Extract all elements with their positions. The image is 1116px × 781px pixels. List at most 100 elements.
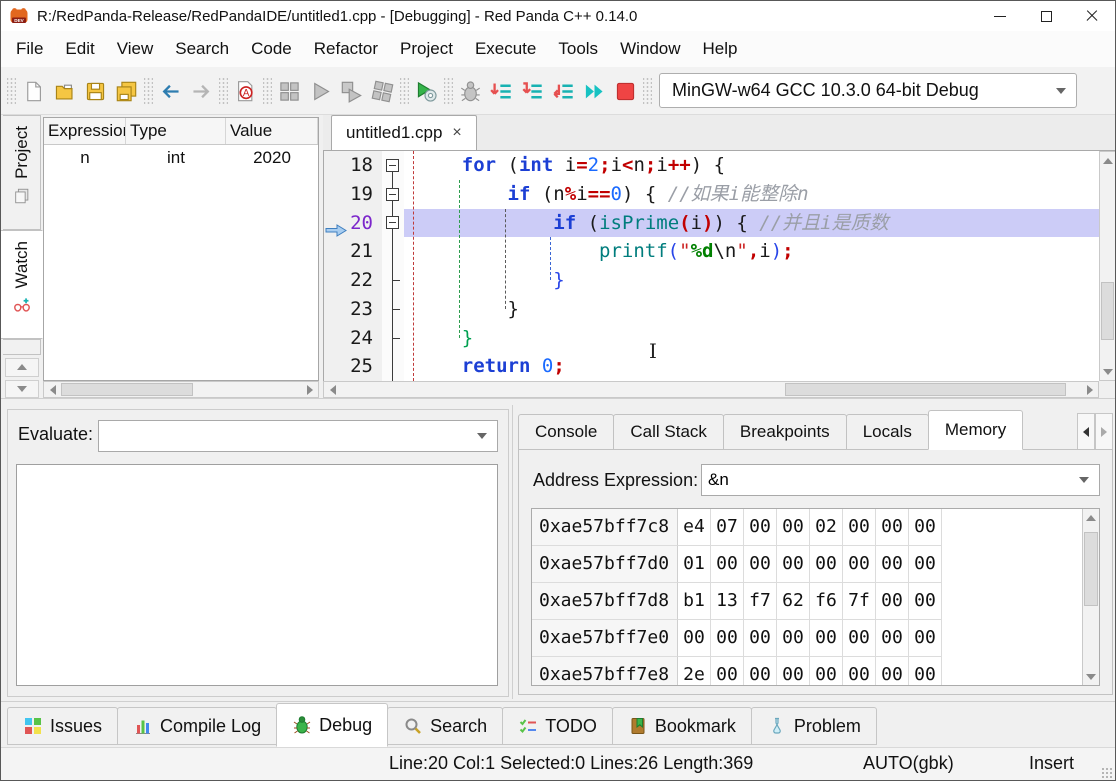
memory-byte-cell[interactable]: 00 <box>843 546 876 583</box>
line-number[interactable]: 21 <box>324 237 382 266</box>
tab-problem[interactable]: Problem <box>751 707 877 745</box>
editor-vertical-scrollbar[interactable] <box>1099 151 1116 381</box>
rebuild-button[interactable] <box>367 76 398 107</box>
tab-bookmark[interactable]: Bookmark <box>612 707 752 745</box>
new-file-button[interactable] <box>18 76 49 107</box>
tab-issues[interactable]: Issues <box>7 707 118 745</box>
menu-window[interactable]: Window <box>609 31 691 67</box>
stop-execution-button[interactable] <box>610 76 641 107</box>
fold-toggle-icon[interactable] <box>386 159 399 172</box>
memory-byte-cell[interactable]: 02 <box>810 509 843 546</box>
sidebar-tabs-scroll-down-button[interactable] <box>5 380 39 398</box>
memory-byte-cell[interactable]: 00 <box>711 657 744 685</box>
watch-column-header[interactable]: Type <box>126 118 226 144</box>
code-line-text[interactable]: if (isPrime(i)) { //并且i是质数 <box>404 209 1099 238</box>
memory-byte-cell[interactable]: 00 <box>711 546 744 583</box>
memory-byte-cell[interactable]: 00 <box>909 620 942 657</box>
save-all-button[interactable] <box>111 76 142 107</box>
memory-row[interactable]: 0xae57bff7e82e00000000000000 <box>532 657 1082 685</box>
tab-memory[interactable]: Memory <box>928 410 1023 450</box>
memory-byte-cell[interactable]: 2e <box>678 657 711 685</box>
step-out-button[interactable] <box>548 76 579 107</box>
memory-byte-cell[interactable]: 00 <box>678 620 711 657</box>
tab-breakpoints[interactable]: Breakpoints <box>723 414 847 450</box>
memory-byte-cell[interactable]: 00 <box>777 657 810 685</box>
title-bar[interactable]: DEV R:/RedPanda-Release/RedPandaIDE/unti… <box>1 1 1115 31</box>
memory-byte-cell[interactable]: 13 <box>711 583 744 620</box>
scroll-right-button[interactable] <box>1081 382 1098 397</box>
memory-byte-cell[interactable]: 00 <box>810 620 843 657</box>
code-line[interactable]: 20 if (isPrime(i)) { //并且i是质数 <box>324 209 1099 238</box>
tab-debug[interactable]: Debug <box>276 703 388 747</box>
menu-edit[interactable]: Edit <box>54 31 105 67</box>
memory-byte-cell[interactable]: 00 <box>876 657 909 685</box>
editor-horizontal-scrollbar[interactable] <box>323 381 1099 398</box>
line-number[interactable]: 19 <box>324 180 382 209</box>
memory-byte-cell[interactable]: f7 <box>744 583 777 620</box>
step-into-button[interactable] <box>517 76 548 107</box>
line-number[interactable]: 18 <box>324 151 382 180</box>
evaluate-result-box[interactable] <box>16 464 498 686</box>
memory-vertical-scrollbar[interactable] <box>1082 509 1099 685</box>
scroll-up-button[interactable] <box>1100 152 1115 169</box>
watch-cell[interactable]: n <box>44 145 126 172</box>
memory-address-cell[interactable]: 0xae57bff7d0 <box>532 546 678 583</box>
line-number[interactable]: 25 <box>324 352 382 381</box>
memory-byte-cell[interactable]: 00 <box>909 509 942 546</box>
scrollbar-thumb[interactable] <box>1101 282 1114 340</box>
open-file-button[interactable] <box>49 76 80 107</box>
memory-byte-cell[interactable]: 7f <box>843 583 876 620</box>
memory-view[interactable]: 0xae57bff7c8e4070000020000000xae57bff7d0… <box>531 508 1100 686</box>
sidebar-tab-watch[interactable]: Watch <box>1 230 43 339</box>
scroll-down-button[interactable] <box>1100 363 1115 380</box>
watch-cell[interactable]: 2020 <box>226 145 318 172</box>
menu-file[interactable]: File <box>5 31 54 67</box>
evaluate-input[interactable] <box>99 421 477 451</box>
evaluate-combobox[interactable] <box>98 420 498 452</box>
address-expression-input[interactable] <box>702 465 1079 495</box>
step-over-button[interactable] <box>486 76 517 107</box>
code-line[interactable]: 18 for (int i=2;i<n;i++) { <box>324 151 1099 180</box>
fold-toggle-icon[interactable] <box>386 188 399 201</box>
memory-row[interactable]: 0xae57bff7d8b113f762f67f0000 <box>532 583 1082 620</box>
code-line[interactable]: 21 printf("%d\n",i); <box>324 237 1099 266</box>
sidebar-tab-stub[interactable] <box>3 339 41 355</box>
memory-byte-cell[interactable]: 00 <box>810 657 843 685</box>
code-line[interactable]: 22 } <box>324 266 1099 295</box>
save-button[interactable] <box>80 76 111 107</box>
tab-locals[interactable]: Locals <box>846 414 929 450</box>
watch-column-header[interactable]: Expression <box>44 118 126 144</box>
editor-tab-untitled1[interactable]: untitled1.cpp × <box>331 115 477 150</box>
sidebar-tab-project[interactable]: Project <box>3 115 41 230</box>
scrollbar-thumb[interactable] <box>785 383 1066 396</box>
fold-gutter[interactable] <box>382 180 404 209</box>
line-number[interactable]: 24 <box>324 324 382 353</box>
line-number[interactable]: 20 <box>324 209 382 238</box>
menu-help[interactable]: Help <box>692 31 749 67</box>
code-line[interactable]: 23 } <box>324 295 1099 324</box>
tab-call-stack[interactable]: Call Stack <box>613 414 724 450</box>
fold-gutter[interactable] <box>382 352 404 381</box>
navigate-back-button[interactable] <box>155 76 186 107</box>
code-line-text[interactable]: printf("%d\n",i); <box>404 237 1099 266</box>
tab-search[interactable]: Search <box>387 707 503 745</box>
menu-code[interactable]: Code <box>240 31 303 67</box>
memory-byte-cell[interactable]: 00 <box>810 546 843 583</box>
watch-horizontal-scrollbar[interactable] <box>43 381 319 398</box>
fold-gutter[interactable] <box>382 151 404 180</box>
debug-button[interactable] <box>455 76 486 107</box>
editor-tab-close-icon[interactable]: × <box>452 124 461 142</box>
tabs-scroll-right-button[interactable] <box>1095 413 1113 450</box>
memory-row[interactable]: 0xae57bff7c8e407000002000000 <box>532 509 1082 546</box>
memory-byte-cell[interactable]: 00 <box>744 657 777 685</box>
code-line-text[interactable]: } <box>404 295 1099 324</box>
memory-byte-cell[interactable]: 00 <box>777 546 810 583</box>
code-line[interactable]: 24 } <box>324 324 1099 353</box>
scrollbar-track[interactable] <box>341 382 1081 397</box>
memory-byte-cell[interactable]: 00 <box>777 620 810 657</box>
fold-gutter[interactable] <box>382 295 404 324</box>
run-parameters-button[interactable] <box>411 76 442 107</box>
scroll-down-button[interactable] <box>1083 668 1099 685</box>
memory-address-cell[interactable]: 0xae57bff7c8 <box>532 509 678 546</box>
memory-byte-cell[interactable]: 00 <box>876 546 909 583</box>
